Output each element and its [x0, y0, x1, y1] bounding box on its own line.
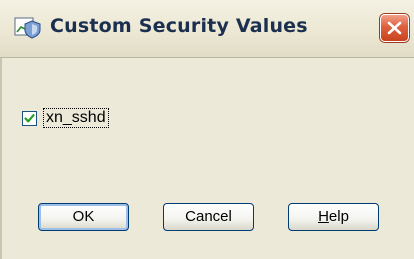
checkbox-xn-sshd[interactable] [22, 110, 37, 126]
close-icon [387, 21, 402, 35]
title-bar[interactable]: Custom Security Values [0, 0, 414, 58]
option-xn-sshd[interactable]: xn_sshd [22, 108, 109, 128]
help-mnemonic: H [318, 208, 329, 225]
ok-button[interactable]: OK [38, 203, 129, 231]
help-button[interactable]: Help [288, 203, 379, 231]
checkmark-icon [24, 113, 35, 122]
app-icon [14, 15, 42, 39]
checkbox-label: xn_sshd [43, 108, 109, 128]
custom-security-values-dialog: Custom Security Values xn_sshd OK Cancel… [0, 0, 414, 259]
close-button[interactable] [380, 14, 409, 42]
cancel-button[interactable]: Cancel [163, 203, 254, 231]
window-title: Custom Security Values [50, 15, 308, 37]
help-label-rest: elp [328, 208, 349, 225]
window-border [0, 58, 2, 259]
